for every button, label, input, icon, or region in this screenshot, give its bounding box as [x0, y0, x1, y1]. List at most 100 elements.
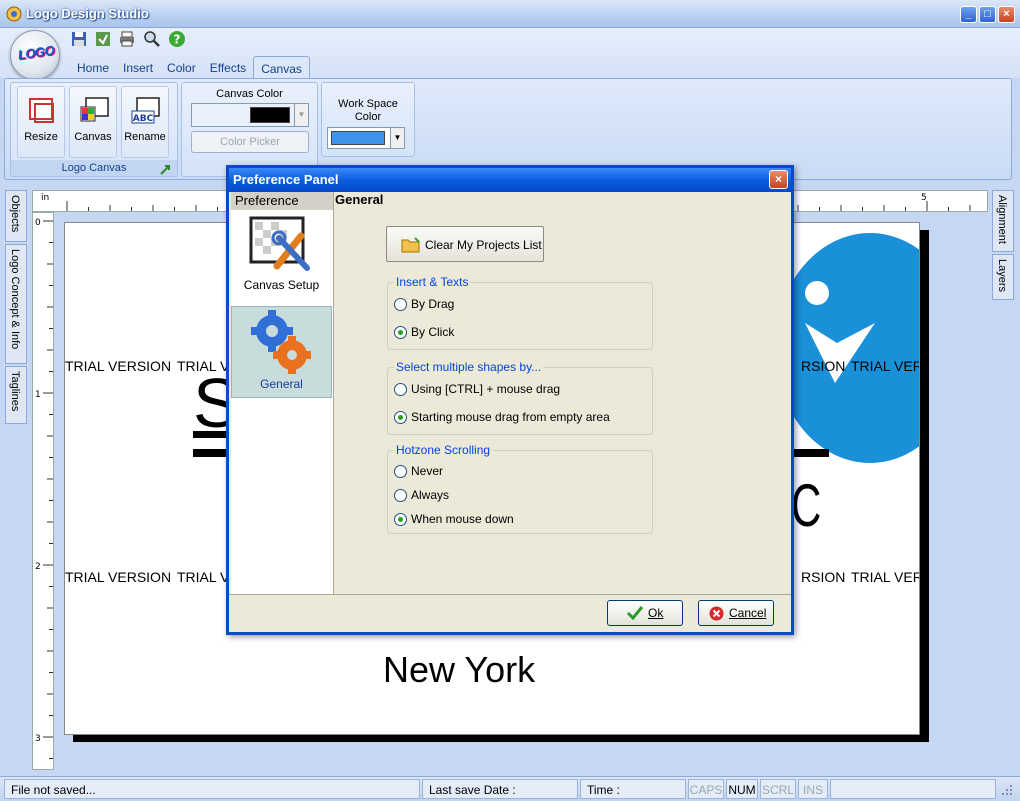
insert-texts-group: Insert & Texts By Drag By Click	[387, 275, 653, 350]
orb-logo-text: LOGO	[16, 42, 56, 63]
checkmark-icon	[626, 606, 644, 621]
dialog-title: Preference Panel	[233, 172, 339, 187]
radio-circle	[394, 297, 407, 311]
rename-icon-text: ABC	[133, 114, 154, 124]
tab-color[interactable]: Color	[160, 56, 203, 78]
cancel-button[interactable]: Cancel	[698, 600, 774, 626]
nav-item-canvas-setup-label: Canvas Setup	[243, 278, 320, 292]
radio-empty-area-drag[interactable]: Starting mouse drag from empty area	[394, 410, 610, 424]
radio-circle	[394, 488, 407, 502]
canvas-label: Canvas	[74, 131, 112, 143]
trial-watermark-partial: RSION	[801, 569, 846, 585]
application-orb[interactable]: LOGO	[10, 30, 60, 80]
logo-letter-c[interactable]: C	[791, 471, 821, 540]
status-blank	[830, 779, 996, 799]
side-tab-taglines[interactable]: Taglines	[5, 366, 27, 424]
print-preview-icon[interactable]	[143, 30, 161, 48]
close-button[interactable]: ×	[998, 6, 1015, 23]
side-tab-logo-concept[interactable]: Logo Concept & Info	[5, 244, 27, 364]
tab-insert[interactable]: Insert	[116, 56, 160, 78]
canvas-button[interactable]: Canvas	[69, 86, 117, 158]
radio-circle-selected	[394, 512, 407, 526]
group-dialog-launcher-icon[interactable]	[159, 164, 173, 176]
side-tab-layers[interactable]: Layers	[992, 254, 1014, 300]
canvas-setup-icon	[249, 216, 310, 271]
status-last-save: Last save Date :	[422, 779, 578, 799]
ok-button[interactable]: Ok	[607, 600, 683, 626]
status-caps: CAPS	[688, 779, 724, 799]
nav-item-canvas-setup[interactable]: Canvas Setup	[231, 212, 332, 304]
trial-watermark-partial: TRIAL VER	[851, 569, 920, 585]
radio-circle-selected	[394, 325, 407, 339]
tab-home[interactable]: Home	[70, 56, 116, 78]
minimize-button[interactable]: _	[960, 6, 977, 23]
rename-button[interactable]: ABC Rename	[121, 86, 169, 158]
ruler-mark-3: 3	[35, 734, 41, 744]
trial-watermark-partial: TRIAL V	[177, 358, 230, 374]
chevron-down-icon[interactable]: ▼	[390, 128, 404, 148]
radio-circle	[394, 464, 407, 478]
folder-icon	[401, 237, 420, 253]
print-icon[interactable]	[118, 30, 136, 48]
nav-item-general-label: General	[260, 377, 303, 391]
clear-projects-label: Clear My Projects List	[425, 238, 542, 252]
workspace-color-dropdown[interactable]: ▼	[327, 127, 405, 149]
preference-dialog: Preference Panel × Preference Canvas Set…	[226, 165, 794, 635]
maximize-button[interactable]: □	[979, 6, 996, 23]
radio-by-click[interactable]: By Click	[394, 325, 454, 339]
radio-circle-selected	[394, 410, 407, 424]
ruler-mark-1: 1	[35, 390, 41, 400]
group-label-logo-canvas: Logo Canvas	[11, 160, 177, 176]
city-text[interactable]: New York	[383, 649, 535, 691]
help-icon[interactable]: ?	[168, 30, 186, 48]
insert-texts-legend: Insert & Texts	[394, 275, 471, 289]
chevron-down-icon[interactable]: ▼	[294, 104, 308, 126]
dialog-title-bar[interactable]: Preference Panel ×	[229, 168, 791, 192]
trial-watermark-partial: TRIAL V	[177, 569, 230, 585]
resize-icon	[29, 98, 54, 123]
save-icon[interactable]	[70, 30, 88, 48]
color-picker-button[interactable]: Color Picker	[191, 131, 309, 153]
workspace-color-label-line1: Work Space	[338, 98, 398, 110]
side-tab-objects[interactable]: Objects	[5, 190, 27, 242]
radio-circle	[394, 382, 407, 396]
status-time: Time :	[580, 779, 686, 799]
dialog-close-button[interactable]: ×	[769, 170, 788, 189]
preference-nav: Preference Canvas Setup General	[231, 192, 334, 594]
clear-projects-button[interactable]: Clear My Projects List	[386, 226, 544, 262]
section-title: General	[335, 192, 384, 207]
cancel-icon	[709, 606, 724, 621]
trial-watermark: TRIAL VERSION	[65, 358, 172, 374]
ribbon-tabs: Home Insert Color Effects Canvas	[70, 56, 310, 78]
resize-label: Resize	[24, 131, 58, 143]
trial-watermark: TRIAL VERSION	[65, 569, 172, 585]
ok-label: Ok	[648, 606, 664, 620]
figure-icon	[805, 281, 875, 383]
side-tab-alignment[interactable]: Alignment	[992, 190, 1014, 252]
status-ins: INS	[798, 779, 828, 799]
gears-icon	[251, 310, 311, 374]
save-all-icon[interactable]	[94, 30, 112, 48]
rename-icon: ABC	[131, 97, 160, 124]
blue-circle-shape[interactable]	[775, 233, 919, 463]
radio-when-mouse-down[interactable]: When mouse down	[394, 512, 514, 526]
tab-canvas[interactable]: Canvas	[253, 56, 310, 78]
status-scrl: SCRL	[760, 779, 796, 799]
resize-grip-icon[interactable]	[1000, 783, 1014, 797]
select-shapes-legend: Select multiple shapes by...	[394, 360, 544, 374]
ruler-left: 0 1 2 3	[32, 212, 54, 770]
status-bar: File not saved... Last save Date : Time …	[0, 776, 1020, 801]
app-icon	[6, 6, 22, 22]
window-title: Logo Design Studio	[26, 6, 149, 21]
radio-always[interactable]: Always	[394, 488, 449, 502]
trial-watermark-partial: TRIAL VER	[851, 358, 920, 374]
resize-button[interactable]: Resize	[17, 86, 65, 158]
select-shapes-group: Select multiple shapes by... Using [CTRL…	[387, 360, 653, 435]
radio-never[interactable]: Never	[394, 464, 443, 478]
ruler-mark-2: 2	[35, 562, 41, 572]
radio-ctrl-mouse-drag[interactable]: Using [CTRL] + mouse drag	[394, 382, 560, 396]
radio-by-drag[interactable]: By Drag	[394, 297, 454, 311]
canvas-color-dropdown[interactable]: ▼	[191, 103, 309, 127]
nav-item-general[interactable]: General	[231, 306, 332, 398]
tab-effects[interactable]: Effects	[203, 56, 253, 78]
